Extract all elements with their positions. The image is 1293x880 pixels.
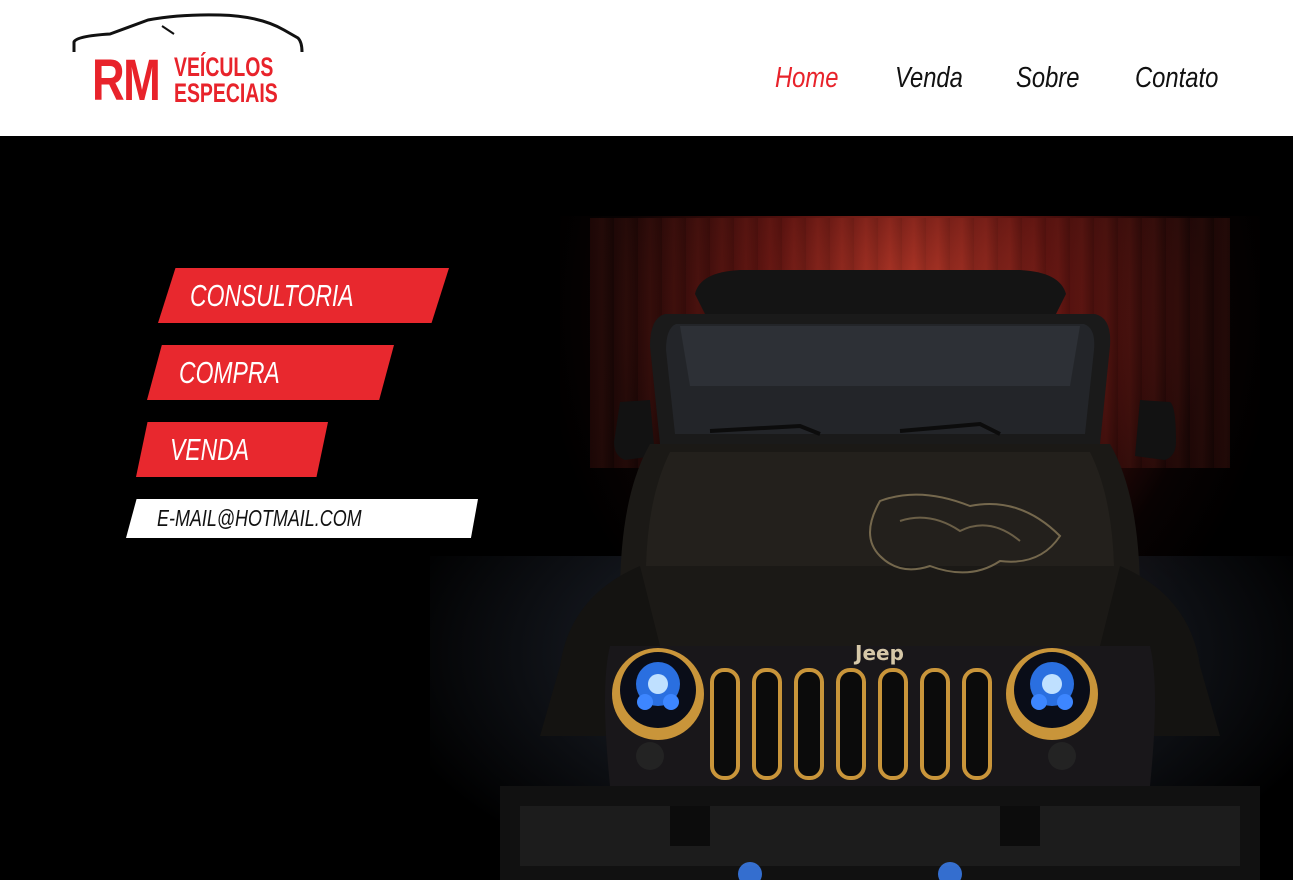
main-nav: Home Venda Sobre Contato — [0, 60, 1293, 100]
consultoria-label: CONSULTORIA — [190, 278, 354, 313]
hero-banner: Jeep CONSULTORIA COMPRA VENDA E-MAIL@HOT… — [0, 136, 1293, 880]
venda-label: VENDA — [170, 432, 250, 467]
headlight-left — [612, 648, 704, 740]
consultoria-button[interactable]: CONSULTORIA — [158, 268, 449, 323]
nav-contato[interactable]: Contato — [1135, 60, 1218, 96]
site-header: RM VEÍCULOS ESPECIAIS Home Venda Sobre C… — [0, 0, 1293, 136]
nav-sobre[interactable]: Sobre — [1016, 60, 1079, 96]
headlight-right — [1006, 648, 1098, 740]
email-contact[interactable]: E-MAIL@HOTMAIL.COM — [126, 499, 478, 538]
jeep-image: Jeep — [500, 270, 1260, 880]
venda-button[interactable]: VENDA — [136, 422, 328, 477]
jeep-badge: Jeep — [853, 641, 904, 665]
nav-home[interactable]: Home — [775, 60, 838, 96]
email-text: E-MAIL@HOTMAIL.COM — [157, 505, 362, 531]
compra-label: COMPRA — [179, 355, 280, 390]
compra-button[interactable]: COMPRA — [147, 345, 394, 400]
grille — [710, 668, 992, 780]
nav-venda[interactable]: Venda — [895, 60, 963, 96]
